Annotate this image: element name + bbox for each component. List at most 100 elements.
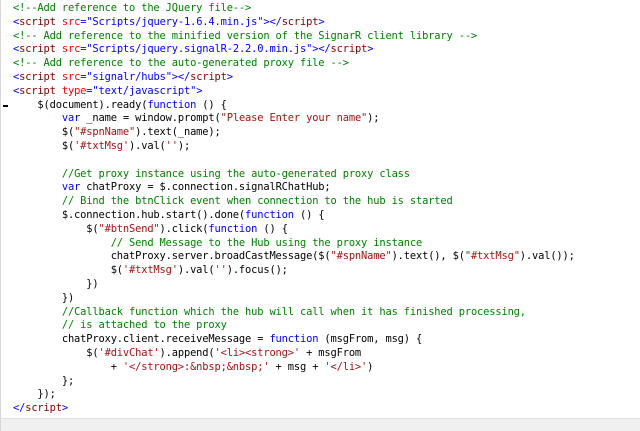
code-token: // Bind the btnClick event when connecti…: [61, 195, 453, 208]
code-token: >: [226, 70, 233, 83]
code-token: () {: [293, 208, 325, 221]
code-line[interactable]: $('#divChat').append('<li><strong>' + ms…: [1, 347, 575, 361]
code-token: >: [61, 402, 68, 415]
code-line[interactable]: //Get proxy instance using the auto-gene…: [1, 168, 575, 182]
code-line[interactable]: var _name = window.prompt("Please Enter …: [1, 112, 575, 126]
code-token: $(: [13, 139, 75, 152]
horizontal-scrollbar[interactable]: [1, 418, 640, 431]
code-line[interactable]: chatProxy.server.broadCastMessage($("#sp…: [1, 250, 575, 264]
code-editor[interactable]: <!--Add reference to the JQuery file--> <…: [0, 0, 640, 431]
code-line[interactable]: $('#txtMsg').val('');: [1, 140, 575, 154]
code-token: script: [19, 43, 56, 56]
code-token: '#txtMsg': [74, 139, 130, 152]
code-token: //Callback function which the hub will c…: [61, 305, 526, 318]
code-token: >: [367, 43, 374, 56]
code-token: $(: [13, 126, 75, 139]
code-token: ).append(: [159, 346, 215, 359]
code-token: +: [13, 360, 123, 373]
code-line[interactable]: $('#txtMsg').val('').focus();: [1, 264, 575, 278]
code-line[interactable]: <script src="signalr/hubs"></script>: [1, 71, 575, 85]
code-token: script: [190, 70, 227, 83]
code-token: // is attached to the proxy: [61, 319, 227, 332]
code-token: script: [19, 70, 56, 83]
code-token: $.connection.hub.start().done(: [13, 208, 246, 221]
code-token: ).click(: [159, 222, 209, 235]
code-token: ): [367, 360, 374, 373]
code-token: $(document).ready(: [13, 98, 148, 111]
code-line[interactable]: $.connection.hub.start().done(function (…: [1, 209, 575, 223]
code-token: "></: [306, 43, 331, 56]
code-token: () {: [257, 222, 288, 235]
code-token: ).text(), $(: [391, 250, 465, 263]
code-line[interactable]: var chatProxy = $.connection.signalRChat…: [1, 181, 575, 195]
code-token: "#spnName": [74, 126, 136, 139]
code-token: <!-- Add reference to the auto-generated…: [13, 57, 349, 70]
code-token: src: [55, 43, 81, 56]
code-token: script: [19, 15, 56, 28]
code-token: chatProxy.client.receiveMessage =: [13, 333, 270, 346]
code-token: '': [214, 264, 227, 277]
code-line[interactable]: }): [1, 292, 575, 306]
code-line[interactable]: };: [1, 375, 575, 389]
code-token: =": [80, 15, 93, 28]
code-line[interactable]: //Callback function which the hub will c…: [1, 306, 575, 320]
code-line[interactable]: // is attached to the proxy: [1, 319, 575, 333]
code-line[interactable]: chatProxy.client.receiveMessage = functi…: [1, 333, 575, 347]
code-token: function: [147, 98, 197, 111]
code-token: Scripts/jquery-1.6.4.min.js: [92, 15, 258, 28]
code-token: src: [55, 15, 81, 28]
code-token: }): [13, 277, 99, 290]
code-token: $(: [13, 346, 99, 359]
code-line[interactable]: $("#btnSend").click(function () {: [1, 223, 575, 237]
code-token: + msg +: [269, 360, 325, 373]
code-token: '': [165, 139, 178, 152]
code-line[interactable]: // Bind the btnClick event when connecti…: [1, 195, 575, 209]
code-token: function: [208, 222, 258, 235]
code-token: "#txtMsg": [464, 250, 520, 263]
code-token: _name = window.prompt(: [80, 112, 221, 125]
code-token: <!-- Add reference to the minified versi…: [13, 29, 478, 42]
code-line[interactable]: <script type="text/javascript">: [1, 85, 575, 99]
code-line[interactable]: $("#spnName").text(_name);: [1, 126, 575, 140]
code-line[interactable]: <script src="Scripts/jquery-1.6.4.min.js…: [1, 16, 575, 30]
code-token: =": [80, 70, 93, 83]
code-line[interactable]: <script src="Scripts/jquery.signalR-2.2.…: [1, 43, 575, 57]
code-token: "></: [165, 70, 191, 83]
code-token: script: [19, 84, 56, 97]
code-token: script: [330, 43, 368, 56]
code-token: function: [245, 208, 294, 221]
code-line[interactable]: <!-- Add reference to the minified versi…: [1, 30, 575, 44]
code-line[interactable]: <!-- Add reference to the auto-generated…: [1, 57, 575, 71]
collapse-marker-icon[interactable]: [3, 104, 8, 107]
code-area[interactable]: <!--Add reference to the JQuery file--> <…: [1, 2, 575, 416]
code-token: + msgFrom: [299, 346, 362, 359]
code-token: (msgFrom, msg) {: [318, 333, 423, 346]
code-token: >: [318, 15, 325, 28]
code-token: chatProxy = $.connection.signalRChatHub;: [80, 181, 331, 194]
code-token: '#divChat': [98, 346, 160, 359]
code-token: <!--Add reference to the JQuery file-->: [13, 2, 252, 14]
code-line[interactable]: <!--Add reference to the JQuery file-->: [1, 2, 575, 16]
code-line[interactable]: }): [1, 278, 575, 292]
code-token: Scripts/jquery.signalR-2.2.0.min.js: [92, 43, 307, 56]
code-line[interactable]: $(document).ready(function () {: [1, 99, 575, 113]
code-line[interactable]: [1, 154, 575, 168]
code-token: script: [281, 15, 319, 28]
code-token: }): [13, 291, 75, 304]
code-token: ).focus();: [226, 264, 288, 277]
code-line[interactable]: </script>: [1, 402, 575, 416]
code-token: var: [61, 112, 81, 125]
code-token: ).val(: [129, 139, 166, 152]
code-line[interactable]: // Send Message to the Hub using the pro…: [1, 237, 575, 251]
code-token: $(: [13, 222, 99, 235]
code-token: var: [61, 181, 81, 194]
code-line[interactable]: });: [1, 388, 575, 402]
code-token: );: [177, 139, 191, 152]
code-line[interactable]: + '</strong>:&nbsp;&nbsp;' + msg + '</li…: [1, 361, 575, 375]
code-token: function: [269, 333, 319, 346]
code-token: </: [13, 402, 26, 415]
